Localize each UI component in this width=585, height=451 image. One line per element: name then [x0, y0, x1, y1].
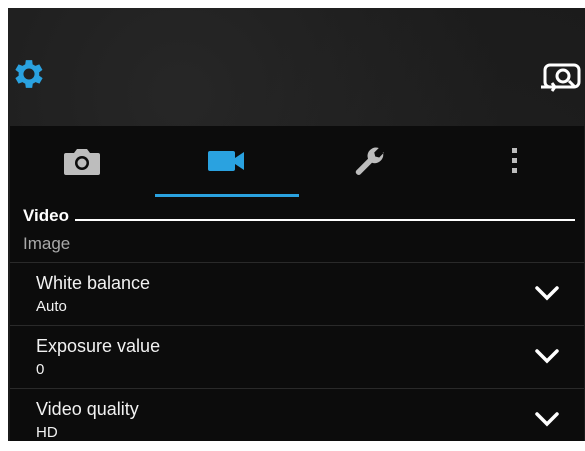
chevron-down-icon: [535, 349, 559, 364]
gear-icon: [15, 60, 43, 88]
chevron-down-icon: [535, 412, 559, 427]
settings-button[interactable]: [8, 48, 50, 100]
subsection-header: Image: [23, 234, 71, 253]
setting-value: HD: [36, 424, 58, 441]
setting-title: Video quality: [36, 399, 139, 419]
tab-more[interactable]: [442, 126, 585, 196]
tab-video[interactable]: [154, 126, 298, 196]
setting-value: Auto: [36, 298, 67, 315]
switch-camera-button[interactable]: [537, 53, 585, 101]
setting-white-balance[interactable]: White balance Auto: [10, 262, 584, 325]
active-tab-indicator: [155, 194, 299, 197]
camera-icon: [64, 149, 100, 175]
setting-title: Exposure value: [36, 336, 161, 356]
wrench-icon: [355, 147, 384, 175]
tab-tools[interactable]: [298, 126, 442, 196]
setting-exposure-value[interactable]: Exposure value 0: [10, 325, 584, 388]
chevron-down-icon: [535, 286, 559, 301]
setting-title: White balance: [36, 273, 151, 293]
setting-value: 0: [36, 361, 45, 378]
setting-video-quality[interactable]: Video quality HD: [10, 388, 584, 451]
settings-tabs: [10, 126, 585, 197]
section-header: Video: [23, 206, 69, 225]
video-camera-icon: [208, 151, 244, 171]
section-divider: [75, 219, 575, 221]
tab-photo[interactable]: [10, 126, 154, 196]
switch-camera-icon: [541, 63, 581, 92]
settings-panel: Video Image White balance Auto Exposure …: [10, 126, 584, 441]
more-vertical-icon: [512, 148, 517, 173]
